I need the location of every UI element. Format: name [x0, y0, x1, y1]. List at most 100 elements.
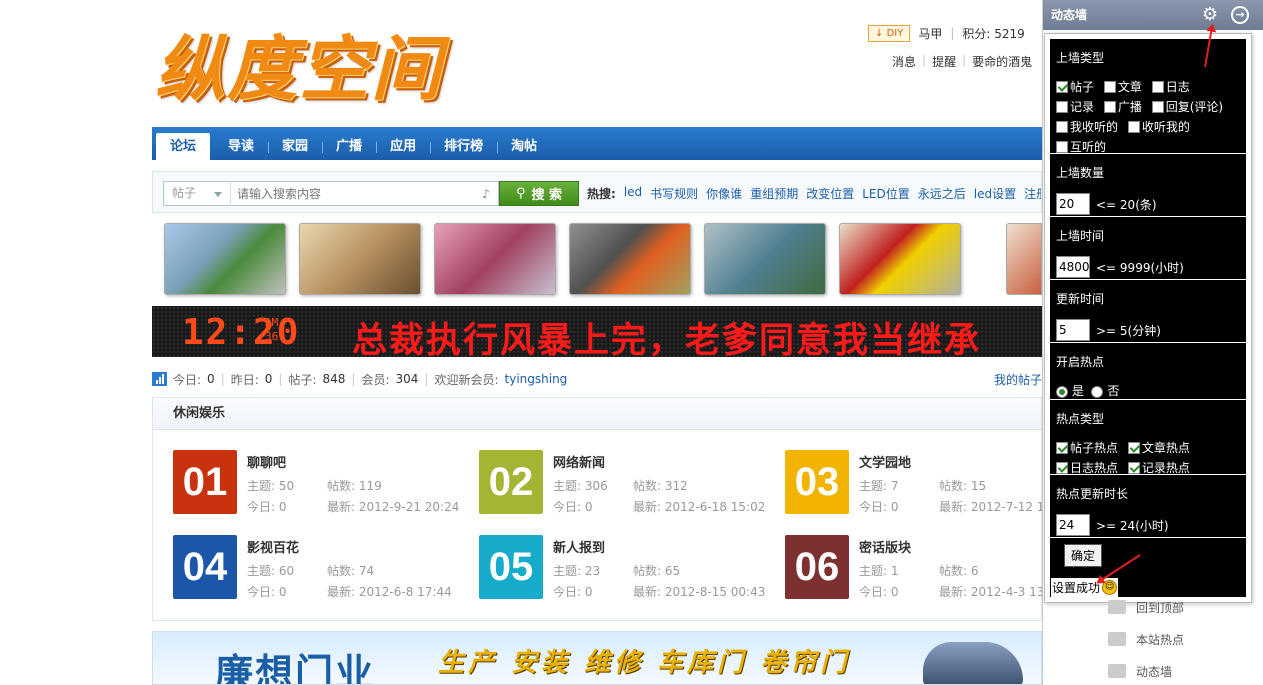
checkbox[interactable] — [1127, 462, 1140, 474]
checkbox[interactable] — [1056, 121, 1068, 133]
checkbox[interactable] — [1056, 442, 1068, 454]
user-menu-link[interactable]: 要命的酒鬼 — [972, 53, 1032, 70]
wall-type-checkbox[interactable]: 收听我的 — [1127, 118, 1190, 136]
gear-icon[interactable]: ⚙ — [1201, 6, 1219, 24]
nav-item-broadcast[interactable]: 广播 — [322, 133, 376, 160]
checkbox[interactable] — [1151, 101, 1164, 113]
hot-search-link[interactable]: LED位置 — [862, 185, 910, 202]
board-latest[interactable]: 最新: 2012-7-12 1 — [939, 498, 1044, 515]
thumbnail-image[interactable] — [299, 223, 421, 295]
board-name[interactable]: 影视百花 — [247, 537, 299, 556]
board-item[interactable]: 03 文学园地 主题: 7 帖数: 15 今日: 0 最新: 2012-7-12 1 — [785, 450, 1085, 514]
hot-search-link[interactable]: 改变位置 — [806, 185, 854, 202]
wall-time-section: 上墙时间 4800 <= 9999(小时) — [1050, 217, 1246, 280]
checkbox[interactable] — [1127, 442, 1140, 454]
dynamic-wall-item[interactable]: 动态墙 — [1108, 662, 1184, 680]
my-threads-link[interactable]: 我的帖子 — [994, 371, 1042, 388]
wall-type-checkbox[interactable]: 帖子 — [1056, 78, 1094, 96]
search-button[interactable]: ⚲ 搜 索 — [499, 181, 579, 206]
board-name[interactable]: 新人报到 — [553, 537, 605, 556]
stat-members: 304 — [395, 372, 419, 386]
checkbox[interactable] — [1151, 81, 1164, 93]
board-item[interactable]: 05 新人报到 主题: 23 帖数: 65 今日: 0 最新: 2012-8-15 … — [479, 535, 779, 599]
confirm-button[interactable]: 确定 — [1064, 544, 1103, 567]
notifications-link[interactable]: 提醒 — [932, 53, 956, 70]
wall-type-checkbox[interactable]: 记录 — [1056, 98, 1094, 116]
hot-search-link[interactable]: 书写规则 — [650, 185, 698, 202]
category-title[interactable]: 休闲娱乐 — [153, 398, 1041, 430]
hot-search-link[interactable]: 永远之后 — [918, 185, 966, 202]
wall-type-checkbox[interactable]: 我收听的 — [1056, 118, 1118, 136]
points-label: 积分: 5219 — [962, 26, 1025, 41]
board-item[interactable]: 01 聊聊吧 主题: 50 帖数: 119 今日: 0 最新: 2012-9-21 … — [173, 450, 473, 514]
board-latest[interactable]: 最新: 2012-4-3 13 — [939, 583, 1044, 600]
diy-button[interactable]: ↓ DIY — [868, 24, 911, 42]
wall-count-input[interactable]: 20 — [1056, 193, 1090, 215]
hotspot-no-radio[interactable] — [1091, 385, 1104, 398]
wall-type-checkbox[interactable]: 广播 — [1103, 98, 1142, 116]
hot-search-link[interactable]: 注册 — [1024, 185, 1041, 202]
hot-search-link[interactable]: 你像谁 — [706, 185, 742, 202]
board-topics: 主题: 60 — [247, 564, 295, 578]
checkbox[interactable] — [1103, 81, 1116, 93]
wall-type-checkbox[interactable]: 文章 — [1103, 78, 1142, 96]
site-logo[interactable]: 纵度空间 — [155, 24, 455, 114]
board-latest[interactable]: 最新: 2012-9-21 20:24 — [327, 498, 459, 515]
checkbox[interactable] — [1056, 101, 1068, 113]
back-to-top-item[interactable]: 回到顶部 — [1108, 598, 1184, 616]
search-type-select[interactable]: 帖子 — [164, 182, 231, 205]
hot-search-link[interactable]: 重组预期 — [750, 185, 798, 202]
hot-update-input[interactable]: 24 — [1056, 514, 1090, 536]
hot-search-link[interactable]: led设置 — [974, 185, 1016, 202]
nav-item-collections[interactable]: 淘帖 — [497, 133, 551, 160]
username-link[interactable]: 马甲 — [918, 25, 942, 42]
thumbnail-image[interactable] — [434, 223, 556, 295]
board-latest[interactable]: 最新: 2012-6-18 15:02 — [633, 498, 765, 515]
checkbox[interactable] — [1056, 81, 1068, 93]
checkbox[interactable] — [1056, 462, 1068, 474]
stat-yesterday: 0 — [264, 372, 273, 386]
thumbnail-image[interactable] — [839, 223, 961, 295]
ad-title: 廉想门业 — [215, 651, 376, 685]
wall-time-input[interactable]: 4800 — [1056, 256, 1090, 278]
board-latest[interactable]: 最新: 2012-8-15 00:43 — [633, 583, 765, 600]
board-item[interactable]: 06 密话版块 主题: 1 帖数: 6 今日: 0 最新: 2012-4-3 13 — [785, 535, 1085, 599]
board-latest[interactable]: 最新: 2012-6-8 17:44 — [327, 583, 452, 600]
hot-search-link[interactable]: led — [624, 185, 642, 202]
board-item[interactable]: 04 影视百花 主题: 60 帖数: 74 今日: 0 最新: 2012-6-8 1… — [173, 535, 473, 599]
nav-item-guide[interactable]: 导读 — [214, 133, 268, 160]
exit-icon[interactable]: → — [1231, 6, 1249, 24]
checkbox[interactable] — [1056, 141, 1068, 153]
board-posts: 帖数: 312 — [633, 479, 688, 493]
thumbnail-image[interactable] — [164, 223, 286, 295]
nav-item-home[interactable]: 家园 — [268, 133, 322, 160]
ad-banner[interactable]: 廉想门业 生产 安装 维修 车库门 卷帘门 — [152, 631, 1042, 685]
checkbox[interactable] — [1127, 121, 1140, 133]
search-input[interactable] — [231, 182, 478, 205]
hot-type-checkbox[interactable]: 文章热点 — [1127, 439, 1190, 457]
board-name[interactable]: 聊聊吧 — [247, 452, 286, 471]
thumbnail-image[interactable] — [704, 223, 826, 295]
thumbnail-image[interactable] — [569, 223, 691, 295]
success-message: 设置成功 ☺ — [1051, 578, 1119, 597]
microphone-icon[interactable]: ♪ — [478, 186, 494, 202]
board-item[interactable]: 02 网络新闻 主题: 306 帖数: 312 今日: 0 最新: 2012-6-1… — [479, 450, 779, 514]
checkbox[interactable] — [1103, 101, 1116, 113]
nav-item-forum[interactable]: 论坛 — [156, 133, 211, 160]
hotspot-yes-radio[interactable] — [1056, 385, 1068, 398]
board-name[interactable]: 密话版块 — [859, 537, 911, 556]
hot-type-checkbox[interactable]: 帖子热点 — [1056, 439, 1118, 457]
site-hotspot-item[interactable]: 本站热点 — [1108, 630, 1184, 648]
nav-item-ranking[interactable]: 排行榜 — [430, 133, 497, 160]
board-posts: 帖数: 65 — [633, 564, 681, 578]
welcome-label: 欢迎新会员: — [434, 372, 499, 387]
update-time-input[interactable]: 5 — [1056, 319, 1090, 341]
thumbnail-image[interactable] — [1006, 223, 1042, 295]
messages-link[interactable]: 消息 — [892, 53, 916, 70]
wall-type-checkbox[interactable]: 回复(评论) — [1151, 98, 1223, 116]
board-name[interactable]: 文学园地 — [859, 452, 911, 471]
board-name[interactable]: 网络新闻 — [553, 452, 605, 471]
nav-item-apps[interactable]: 应用 — [376, 133, 430, 160]
wall-type-checkbox[interactable]: 日志 — [1151, 78, 1190, 96]
new-member-link[interactable]: tyingshing — [505, 372, 568, 386]
